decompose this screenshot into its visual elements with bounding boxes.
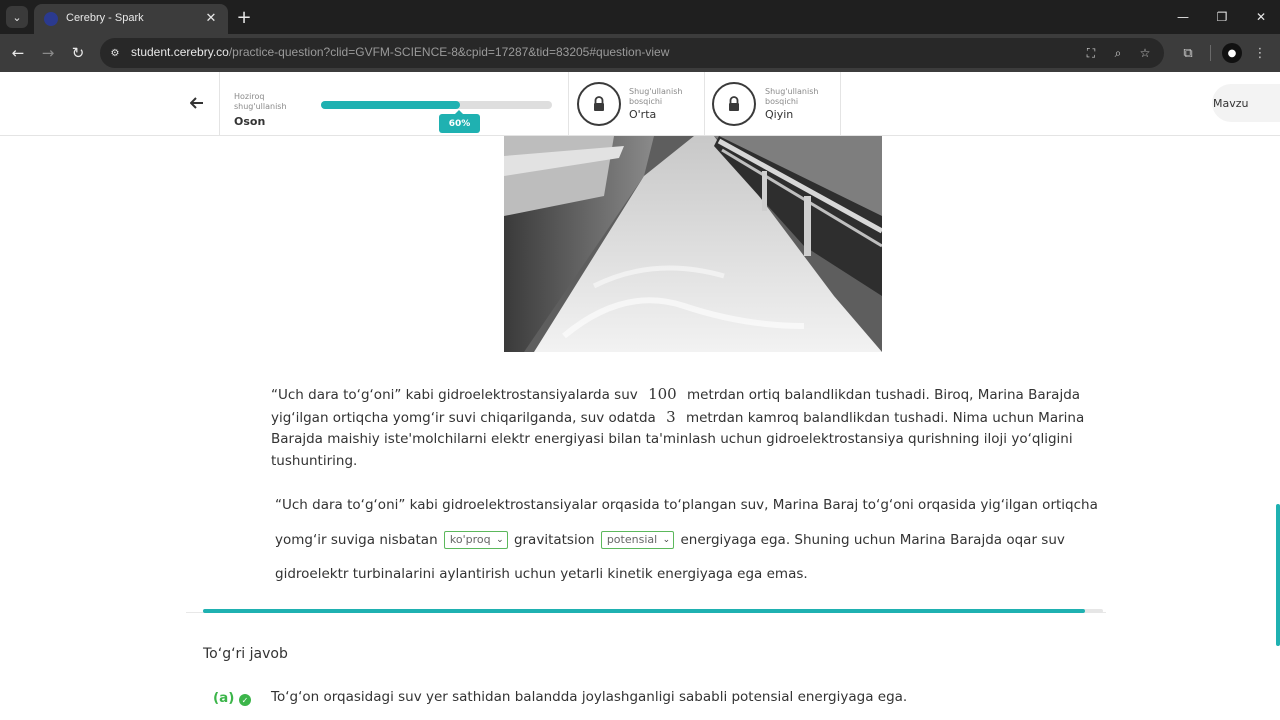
dam-spillway-photo (504, 136, 882, 352)
back-arrow-icon[interactable] (186, 92, 208, 114)
tab-title: Cerebry - Spark (66, 12, 144, 24)
chevron-down-icon: ⌄ (662, 534, 671, 545)
tab-search-chevron-icon[interactable]: ⌄ (6, 6, 28, 28)
dropdown-more-less-value: ko'proq (449, 532, 491, 546)
stage-hard-name: Qiyin (765, 108, 794, 121)
chevron-down-icon: ⌄ (496, 534, 504, 545)
translate-icon[interactable]: ⛶ (1083, 45, 1099, 61)
cerebry-favicon-icon (44, 12, 58, 26)
stage-medium-label: Shug'ullanish bosqichi (629, 87, 683, 106)
minimize-icon[interactable]: — (1168, 4, 1198, 30)
browser-tab-bar: ⌄ Cerebry - Spark ✕ + — ❐ ✕ (0, 0, 1280, 34)
lock-icon (729, 96, 739, 111)
level-progress-fill (321, 101, 460, 109)
header-divider (840, 72, 841, 135)
back-icon[interactable]: ← (7, 42, 29, 64)
header-divider (704, 72, 705, 135)
option-letter: (a) (213, 690, 235, 706)
question-number-3: 3 (666, 407, 676, 426)
level-progress-bar (321, 101, 552, 109)
reload-icon[interactable]: ↻ (67, 42, 89, 64)
browser-toolbar: ← → ↻ ⚙ student.cerebry.co/practice-ques… (0, 34, 1280, 72)
window-close-icon[interactable]: ✕ (1246, 4, 1276, 30)
current-level-name: Oson (234, 115, 266, 128)
address-bar[interactable]: ⚙ student.cerebry.co/practice-question?c… (100, 38, 1164, 68)
question-text: “Uch dara to‘g‘oni” kabi gidroelektrosta… (271, 384, 1091, 472)
current-level-label: Hoziroq shug'ullanish (234, 92, 287, 111)
header-divider (219, 72, 220, 135)
progress-badge: 60% (439, 110, 480, 133)
stage-hard-label: Shug'ullanish bosqichi (765, 87, 819, 106)
check-circle-icon: ✓ (239, 694, 251, 706)
dropdown-more-less[interactable]: ko'proq ⌄ (443, 530, 508, 549)
page-scrollbar[interactable] (1276, 504, 1280, 646)
bookmark-star-icon[interactable]: ☆ (1137, 45, 1153, 61)
toolbar-divider (1210, 45, 1211, 61)
practice-header: Hoziroq shug'ullanish Oson 60% Shug'ulla… (0, 72, 1280, 136)
browser-menu-icon[interactable]: ⋮ (1250, 43, 1270, 63)
restore-icon[interactable]: ❐ (1207, 4, 1237, 30)
question-number-100: 100 (648, 385, 677, 403)
url-path: /practice-question?clid=GVFM-SCIENCE-8&c… (228, 45, 670, 59)
tab-close-icon[interactable]: ✕ (202, 9, 220, 27)
url-host: student.cerebry.co (131, 45, 229, 59)
stage-medium-lock[interactable] (577, 82, 621, 126)
answer-progress-fill (203, 609, 1085, 613)
answer-sentence: “Uch dara to‘g‘oni” kabi gidroelektrosta… (275, 488, 1100, 592)
answer-progress-bar (203, 609, 1103, 613)
extensions-icon[interactable]: ⧉ (1178, 43, 1198, 63)
forward-icon[interactable]: → (37, 42, 59, 64)
url-text[interactable]: student.cerebry.co/practice-question?cli… (131, 45, 669, 59)
correct-answer-title: To‘g‘ri javob (203, 646, 288, 662)
stage-medium-name: O'rta (629, 108, 657, 121)
new-tab-plus-icon[interactable]: + (234, 7, 254, 28)
profile-avatar-icon[interactable]: ● (1222, 43, 1242, 63)
header-divider (568, 72, 569, 135)
site-info-icon[interactable]: ⚙ (108, 46, 122, 60)
correct-option-text: To‘g‘on orqasidagi suv yer sathidan bala… (271, 689, 908, 705)
answer-text-2: gravitatsion (513, 531, 595, 548)
dropdown-energy-type[interactable]: potensial ⌄ (600, 530, 675, 549)
lock-icon (594, 96, 604, 111)
browser-tab[interactable]: Cerebry - Spark ✕ (34, 4, 228, 34)
stage-hard-lock[interactable] (712, 82, 756, 126)
zoom-icon[interactable]: ⌕ (1110, 45, 1126, 61)
topic-button[interactable]: Mavzu (1212, 84, 1280, 122)
question-part1: “Uch dara to‘g‘oni” kabi gidroelektrosta… (271, 387, 638, 403)
dropdown-energy-type-value: potensial (606, 532, 658, 546)
